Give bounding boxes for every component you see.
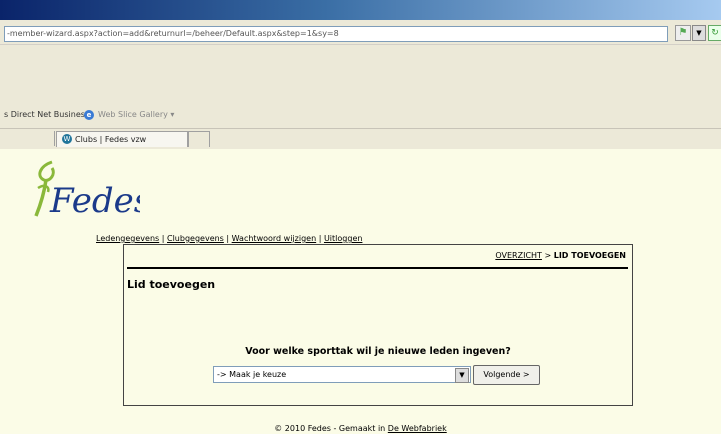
favorite-direct-net-business[interactable]: s Direct Net Business bbox=[4, 107, 89, 123]
content-box: OVERZICHT > LID TOEVOEGEN Lid toevoegen … bbox=[123, 244, 633, 406]
address-dropdown-button[interactable]: ▼ bbox=[692, 25, 706, 41]
refresh-icon[interactable]: ↻ bbox=[708, 25, 721, 41]
wordpress-icon: W bbox=[62, 134, 72, 144]
nav-separator: | bbox=[226, 234, 230, 243]
new-tab-button[interactable] bbox=[188, 131, 210, 147]
address-bar[interactable]: -member-wizard.aspx?action=add&returnurl… bbox=[4, 26, 668, 42]
favorites-bar: s Direct Net Business e Web Slice Galler… bbox=[0, 107, 721, 123]
sporttak-question: Voor welke sporttak wil je nieuwe leden … bbox=[245, 346, 511, 357]
nav-ledengegevens[interactable]: Ledengegevens bbox=[96, 234, 159, 243]
next-button[interactable]: Volgende > bbox=[473, 365, 540, 385]
tab-blank[interactable] bbox=[2, 131, 55, 146]
page-title: Lid toevoegen bbox=[127, 278, 216, 291]
top-navigation: Ledengegevens | Clubgegevens | Wachtwoor… bbox=[96, 234, 362, 243]
nav-wachtwoord-wijzigen[interactable]: Wachtwoord wijzigen bbox=[232, 234, 317, 243]
ie-icon: e bbox=[84, 110, 94, 120]
tab-bar: W Clubs | Fedes vzw bbox=[0, 128, 721, 148]
page-content: Fedes Ledengegevens | Clubgegevens | Wac… bbox=[0, 149, 721, 434]
tab-label: Clubs | Fedes vzw bbox=[75, 135, 147, 144]
flag-icon[interactable]: ⚑ bbox=[675, 25, 691, 41]
footer-link-webfabriek[interactable]: De Webfabriek bbox=[388, 424, 447, 433]
nav-clubgegevens[interactable]: Clubgegevens bbox=[167, 234, 224, 243]
footer: © 2010 Fedes - Gemaakt in De Webfabriek bbox=[0, 424, 721, 433]
nav-uitloggen[interactable]: Uitloggen bbox=[324, 234, 362, 243]
toolbar-divider bbox=[0, 44, 721, 45]
breadcrumb: OVERZICHT > LID TOEVOEGEN bbox=[495, 251, 626, 260]
fedes-logo: Fedes bbox=[34, 160, 140, 221]
nav-separator: | bbox=[318, 234, 322, 243]
nav-separator: | bbox=[161, 234, 165, 243]
logo-text: Fedes bbox=[49, 181, 140, 221]
select-value: -> Maak je keuze bbox=[217, 370, 287, 379]
tab-clubs-fedes[interactable]: W Clubs | Fedes vzw bbox=[56, 131, 188, 147]
breadcrumb-current: LID TOEVOEGEN bbox=[553, 251, 626, 260]
breadcrumb-separator: > bbox=[544, 251, 552, 260]
window-titlebar bbox=[0, 0, 721, 20]
favorite-web-slice-gallery[interactable]: Web Slice Gallery ▾ bbox=[98, 107, 174, 123]
sporttak-select[interactable]: -> Maak je keuze ▼ bbox=[213, 366, 471, 383]
footer-text: © 2010 Fedes - Gemaakt in bbox=[274, 424, 388, 433]
divider bbox=[127, 267, 628, 269]
breadcrumb-overzicht[interactable]: OVERZICHT bbox=[495, 251, 542, 260]
chevron-down-icon[interactable]: ▼ bbox=[455, 368, 469, 383]
